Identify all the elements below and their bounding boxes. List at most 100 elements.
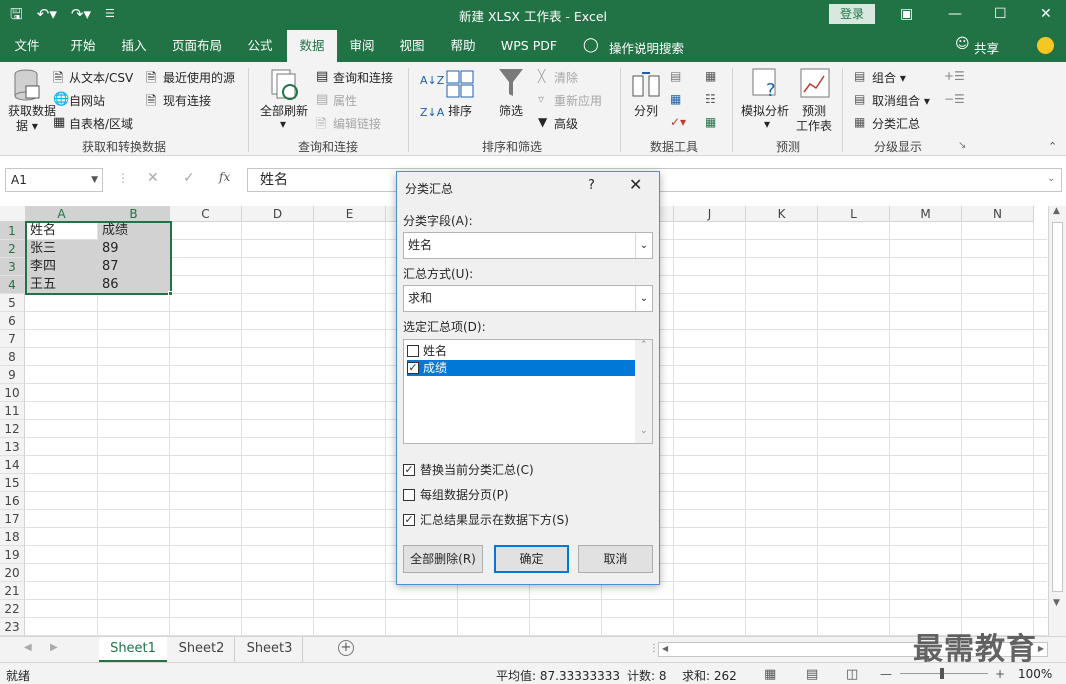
hide-detail-icon[interactable]: −☰	[944, 92, 965, 106]
row-header-3[interactable]: 3	[0, 258, 25, 276]
ok-button[interactable]: 确定	[494, 545, 569, 573]
column-header-m[interactable]: M	[890, 206, 962, 222]
namebox-dropdown-icon[interactable]: ▼	[91, 169, 98, 191]
insert-function-icon[interactable]: fx	[219, 170, 230, 184]
list-item[interactable]: 姓名	[407, 343, 635, 359]
filter-button[interactable]: 筛选	[499, 102, 523, 119]
zoom-out-icon[interactable]: —	[880, 667, 892, 681]
cell-b3[interactable]: 87	[98, 258, 119, 276]
login-button[interactable]: 登录	[829, 4, 875, 24]
zoom-slider-thumb[interactable]	[940, 668, 944, 679]
tab-wps-pdf[interactable]: WPS PDF	[494, 30, 564, 62]
row-header-5[interactable]: 5	[0, 294, 25, 312]
sheet-tab-sheet1[interactable]: Sheet1	[99, 637, 167, 662]
expand-formula-icon[interactable]: ⌄	[1047, 173, 1055, 184]
select-all-corner[interactable]	[0, 206, 26, 222]
close-icon[interactable]: ✕	[629, 175, 642, 194]
sheet-tab-sheet3[interactable]: Sheet3	[237, 637, 303, 662]
cell-b4[interactable]: 86	[98, 276, 119, 294]
maximize-icon[interactable]: ☐	[994, 4, 1007, 24]
checkbox[interactable]: ✓	[403, 514, 415, 526]
row-header-11[interactable]: 11	[0, 402, 25, 420]
column-header-c[interactable]: C	[170, 206, 242, 222]
row-header-14[interactable]: 14	[0, 456, 25, 474]
row-header-20[interactable]: 20	[0, 564, 25, 582]
recent-sources-button[interactable]: 最近使用的源	[163, 69, 235, 86]
sort-za-icon[interactable]: Z↓A	[420, 106, 444, 119]
row-header-6[interactable]: 6	[0, 312, 25, 330]
edit-links-button[interactable]: 编辑链接	[333, 115, 381, 132]
checkbox[interactable]	[407, 345, 419, 357]
from-table-button[interactable]: 自表格/区域	[69, 115, 133, 132]
queries-connections-button[interactable]: 查询和连接	[333, 69, 393, 86]
chevron-down-icon[interactable]: ⌄	[635, 233, 652, 258]
ungroup-button[interactable]: 取消组合 ▾	[872, 92, 930, 109]
row-header-21[interactable]: 21	[0, 582, 25, 600]
group-button[interactable]: 组合 ▾	[872, 69, 906, 86]
existing-connections-button[interactable]: 现有连接	[163, 92, 211, 109]
row-header-15[interactable]: 15	[0, 474, 25, 492]
chevron-down-icon[interactable]: ⌄	[640, 426, 648, 436]
scroll-right-icon[interactable]: ▶	[1038, 644, 1044, 653]
tab-insert[interactable]: 插入	[110, 30, 158, 62]
collapse-ribbon-icon[interactable]: ⌃	[1048, 140, 1057, 153]
row-header-22[interactable]: 22	[0, 600, 25, 618]
remove-all-button[interactable]: 全部删除(R)	[403, 545, 483, 573]
row-header-9[interactable]: 9	[0, 366, 25, 384]
data-validation-icon[interactable]: ✓▾	[670, 115, 686, 129]
zoom-in-icon[interactable]: +	[995, 667, 1005, 681]
vscroll-thumb[interactable]	[1052, 222, 1063, 592]
tab-view[interactable]: 视图	[390, 30, 434, 62]
minimize-icon[interactable]: —	[948, 4, 962, 24]
subtotal-items-list[interactable]: 姓名 ✓ 成绩 ⌃ ⌄	[403, 339, 653, 444]
smiley-feedback-icon[interactable]	[1037, 37, 1054, 54]
what-if-dropdown-icon[interactable]: ▾	[764, 117, 770, 131]
tab-file[interactable]: 文件	[4, 30, 50, 62]
row-header-1[interactable]: 1	[0, 222, 25, 240]
scroll-left-icon[interactable]: ◀	[662, 644, 668, 653]
page-break-view-icon[interactable]: ◫	[846, 667, 858, 682]
field-select[interactable]: 姓名 ⌄	[403, 232, 653, 259]
tell-me-search[interactable]: 操作说明搜索	[609, 38, 684, 57]
list-item[interactable]: ✓ 成绩	[407, 360, 635, 376]
name-box[interactable]: A1 ▼	[5, 168, 103, 192]
row-header-18[interactable]: 18	[0, 528, 25, 546]
row-header-16[interactable]: 16	[0, 492, 25, 510]
chevron-down-icon[interactable]: ⌄	[635, 286, 652, 311]
ribbon-display-icon[interactable]: ▣	[900, 4, 913, 24]
cancel-entry-icon[interactable]: ✕	[147, 170, 159, 186]
row-header-10[interactable]: 10	[0, 384, 25, 402]
column-header-b[interactable]: B	[98, 206, 170, 222]
relationships-icon[interactable]: ☷	[705, 92, 716, 106]
share-button[interactable]: 共享	[974, 38, 999, 57]
add-sheet-icon[interactable]: +	[338, 640, 354, 656]
row-header-4[interactable]: 4	[0, 276, 25, 294]
row-header-12[interactable]: 12	[0, 420, 25, 438]
cell-b1[interactable]: 成绩	[98, 222, 128, 240]
tab-help[interactable]: 帮助	[441, 30, 485, 62]
reapply-button[interactable]: 重新应用	[554, 92, 602, 109]
checkbox[interactable]: ✓	[403, 464, 415, 476]
show-detail-icon[interactable]: +☰	[944, 69, 965, 83]
dialog-launcher-icon[interactable]: ↘	[958, 140, 966, 151]
cell-b2[interactable]: 89	[98, 240, 119, 258]
column-header-j[interactable]: J	[674, 206, 746, 222]
consolidate-icon[interactable]: ▦	[705, 69, 716, 83]
properties-button[interactable]: 属性	[333, 92, 357, 109]
tab-home[interactable]: 开始	[58, 30, 108, 62]
close-window-icon[interactable]: ✕	[1040, 4, 1052, 24]
data-model-icon[interactable]: ▦	[705, 115, 716, 129]
cell-a1[interactable]: 姓名	[26, 222, 56, 240]
tab-review[interactable]: 审阅	[340, 30, 384, 62]
cell-a2[interactable]: 张三	[26, 240, 56, 258]
row-header-2[interactable]: 2	[0, 240, 25, 258]
row-header-13[interactable]: 13	[0, 438, 25, 456]
cell-a4[interactable]: 王五	[26, 276, 56, 294]
forecast-sheet-label2[interactable]: 工作表	[796, 117, 832, 134]
tab-formulas[interactable]: 公式	[236, 30, 284, 62]
sort-az-icon[interactable]: A↓Z	[420, 74, 444, 87]
text-to-columns-button[interactable]: 分列	[634, 102, 658, 119]
chevron-up-icon[interactable]: ⌃	[640, 340, 648, 350]
row-header-17[interactable]: 17	[0, 510, 25, 528]
column-header-e[interactable]: E	[314, 206, 386, 222]
